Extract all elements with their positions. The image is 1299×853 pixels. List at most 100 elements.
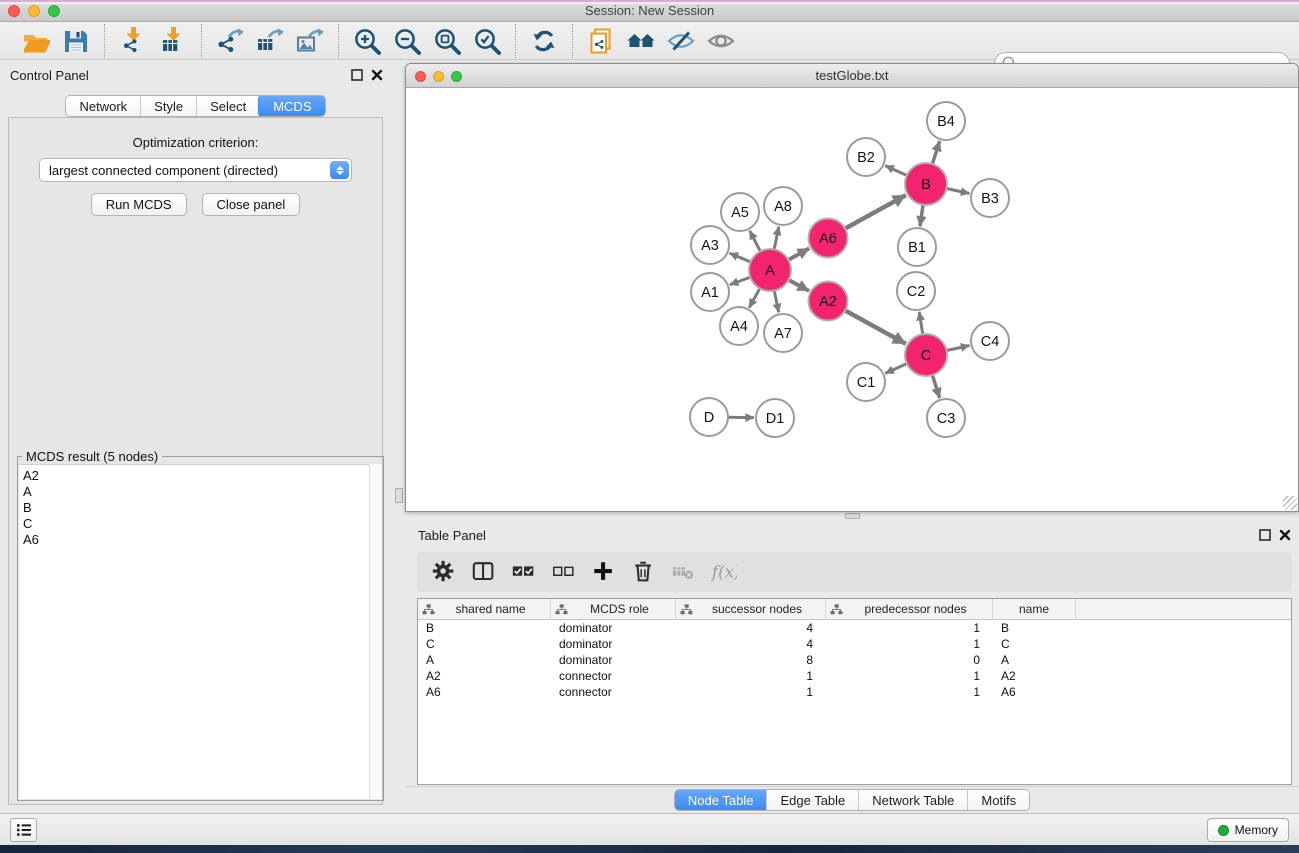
hide-panel-button[interactable]: [661, 24, 701, 58]
column-header-MCDS-role[interactable]: MCDS role: [551, 599, 676, 619]
table-row[interactable]: Adominator80A: [418, 652, 1291, 668]
table-row[interactable]: Bdominator41B: [418, 620, 1291, 636]
table-row[interactable]: A2connector11A2: [418, 668, 1291, 684]
node-A8[interactable]: A8: [764, 187, 802, 225]
cell-predecessor-nodes[interactable]: 1: [826, 669, 993, 683]
zoom-out-button[interactable]: [387, 24, 427, 58]
node-B[interactable]: B: [905, 163, 947, 205]
close-panel-icon[interactable]: [371, 69, 383, 81]
table-tab-motifs[interactable]: Motifs: [967, 790, 1029, 810]
resize-grip[interactable]: [1283, 496, 1297, 510]
console-button[interactable]: [10, 818, 37, 842]
tab-style[interactable]: Style: [140, 96, 196, 116]
cell-shared-name[interactable]: A2: [418, 669, 551, 683]
import-table-button[interactable]: [153, 24, 193, 58]
home-button[interactable]: [621, 24, 661, 58]
node-C4[interactable]: C4: [971, 322, 1009, 360]
network-canvas[interactable]: B4 B2 B B3 A8A5 A6 A3 B1 A A1 C2 A2 A4A7 C4 C C1 C3 D D1: [406, 88, 1298, 511]
cell-MCDS-role[interactable]: connector: [551, 669, 676, 683]
show-eye-button[interactable]: [701, 24, 741, 58]
node-A3[interactable]: A3: [691, 226, 729, 264]
float-panel-icon[interactable]: [351, 69, 363, 81]
node-C2[interactable]: C2: [897, 272, 935, 310]
node-A1[interactable]: A1: [691, 273, 729, 311]
table-tab-network-table[interactable]: Network Table: [858, 790, 967, 810]
node-B2[interactable]: B2: [847, 138, 885, 176]
node-A4[interactable]: A4: [720, 307, 758, 345]
gear-button[interactable]: [427, 555, 461, 589]
close-panel-icon[interactable]: [1279, 529, 1291, 541]
node-A6[interactable]: A6: [809, 219, 848, 258]
cell-name[interactable]: A6: [993, 685, 1076, 699]
cell-MCDS-role[interactable]: dominator: [551, 653, 676, 667]
mcds-result-list[interactable]: A2ABCA6: [19, 464, 382, 799]
memory-button[interactable]: Memory: [1207, 818, 1289, 842]
cell-successor-nodes[interactable]: 1: [676, 685, 826, 699]
cell-name[interactable]: B: [993, 621, 1076, 635]
cell-successor-nodes[interactable]: 1: [676, 669, 826, 683]
column-header-name[interactable]: name: [993, 599, 1076, 619]
node-A5[interactable]: A5: [721, 193, 759, 231]
import-network-button[interactable]: [113, 24, 153, 58]
cell-shared-name[interactable]: B: [418, 621, 551, 635]
run-mcds-button[interactable]: Run MCDS: [91, 193, 187, 216]
cell-MCDS-role[interactable]: dominator: [551, 621, 676, 635]
column-header-shared-name[interactable]: shared name: [418, 599, 551, 619]
add-column-button[interactable]: [587, 555, 621, 589]
export-image-button[interactable]: [290, 24, 330, 58]
cell-MCDS-role[interactable]: connector: [551, 685, 676, 699]
node-C3[interactable]: C3: [927, 399, 965, 437]
save-session-button[interactable]: [56, 24, 96, 58]
node-D[interactable]: D: [690, 398, 728, 436]
tab-mcds[interactable]: MCDS: [258, 95, 325, 117]
deselect-all-button[interactable]: [547, 555, 581, 589]
cell-shared-name[interactable]: A: [418, 653, 551, 667]
network-window-titlebar[interactable]: testGlobe.txt: [406, 64, 1298, 88]
tab-network[interactable]: Network: [66, 96, 140, 116]
cell-shared-name[interactable]: A6: [418, 685, 551, 699]
node-D1[interactable]: D1: [756, 399, 794, 437]
node-C[interactable]: C: [905, 334, 947, 376]
result-item[interactable]: A: [23, 484, 382, 500]
cell-successor-nodes[interactable]: 8: [676, 653, 826, 667]
node-B3[interactable]: B3: [971, 179, 1009, 217]
column-header-predecessor-nodes[interactable]: predecessor nodes: [826, 599, 993, 619]
node-B1[interactable]: B1: [898, 228, 936, 266]
result-scrollbar[interactable]: [369, 464, 382, 799]
cell-name[interactable]: A: [993, 653, 1076, 667]
export-table-button[interactable]: [250, 24, 290, 58]
table-tab-edge-table[interactable]: Edge Table: [766, 790, 858, 810]
node-A2[interactable]: A2: [809, 282, 848, 321]
table-header-row[interactable]: shared name MCDS role successor nodes pr…: [418, 599, 1291, 620]
tab-select[interactable]: Select: [196, 96, 259, 116]
network-document-button[interactable]: [581, 24, 621, 58]
cell-successor-nodes[interactable]: 4: [676, 621, 826, 635]
cell-predecessor-nodes[interactable]: 1: [826, 685, 993, 699]
result-item[interactable]: B: [23, 500, 382, 516]
zoom-in-button[interactable]: [347, 24, 387, 58]
table-row[interactable]: A6connector11A6: [418, 684, 1291, 700]
zoom-selected-button[interactable]: [467, 24, 507, 58]
result-item[interactable]: A6: [23, 532, 382, 548]
node-C1[interactable]: C1: [847, 363, 885, 401]
cell-predecessor-nodes[interactable]: 1: [826, 621, 993, 635]
node-A[interactable]: A: [749, 249, 791, 291]
node-A7[interactable]: A7: [764, 314, 802, 352]
criterion-select[interactable]: largest connected component (directed): [39, 158, 352, 182]
cell-shared-name[interactable]: C: [418, 637, 551, 651]
node-B4[interactable]: B4: [927, 102, 965, 140]
delete-column-button[interactable]: [627, 555, 661, 589]
cell-MCDS-role[interactable]: dominator: [551, 637, 676, 651]
open-session-button[interactable]: [16, 24, 56, 58]
table-row[interactable]: Cdominator41C: [418, 636, 1291, 652]
result-item[interactable]: A2: [23, 468, 382, 484]
result-item[interactable]: C: [23, 516, 382, 532]
zoom-fit-button[interactable]: [427, 24, 467, 58]
table-tab-node-table[interactable]: Node Table: [674, 789, 768, 811]
column-browser-button[interactable]: [467, 555, 501, 589]
cell-predecessor-nodes[interactable]: 0: [826, 653, 993, 667]
node-table[interactable]: shared name MCDS role successor nodes pr…: [417, 598, 1292, 785]
export-network-button[interactable]: [210, 24, 250, 58]
close-panel-button[interactable]: Close panel: [202, 193, 301, 216]
refresh-layout-button[interactable]: [524, 24, 564, 58]
